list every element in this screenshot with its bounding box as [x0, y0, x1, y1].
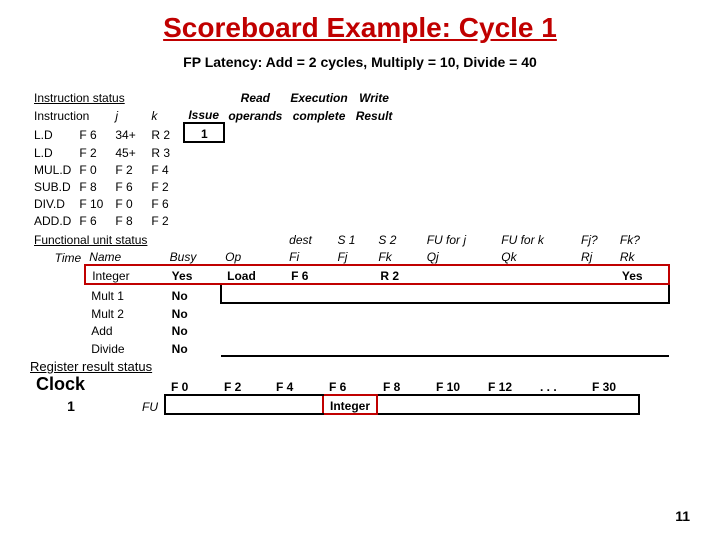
reg-val	[377, 395, 430, 414]
col-fj: Fj	[333, 247, 374, 265]
col-instruction: Instruction	[30, 105, 111, 123]
reg-val	[430, 395, 482, 414]
reg-val-highlight: Integer	[323, 395, 377, 414]
reg-val	[165, 395, 218, 414]
fu-row: Mult 1No	[30, 284, 669, 303]
col-qk: Qk	[497, 247, 577, 265]
col-write2: Result	[352, 105, 397, 123]
instr-row: DIV.DF 10 F 0F 6	[30, 194, 396, 211]
reg-col: F 30	[586, 374, 639, 395]
col-fi: Fi	[285, 247, 333, 265]
reg-col: F 10	[430, 374, 482, 395]
col-fk: Fk	[374, 247, 422, 265]
instr-row: SUB.DF 8 F 6F 2	[30, 177, 396, 194]
instr-row: L.DF 2 45+R 3	[30, 142, 396, 160]
col-exec2: complete	[286, 105, 351, 123]
fu-row: AddNo	[30, 321, 669, 338]
col-name: Name	[85, 247, 165, 265]
register-status-table: Clock F 0 F 2 F 4 F 6 F 8 F 10 F 12 . . …	[30, 374, 640, 415]
clock-label: Clock	[30, 374, 112, 395]
col-write: Write	[352, 88, 397, 105]
col-rk: Rk	[616, 247, 669, 265]
reg-val	[534, 395, 586, 414]
col-busy: Busy	[166, 247, 221, 265]
reg-val	[218, 395, 270, 414]
instr-status-header: Instruction status	[30, 88, 184, 105]
fu-status-header: Functional unit status	[30, 230, 221, 247]
reg-status-header: Register result status	[30, 359, 690, 374]
reg-col: F 6	[323, 374, 377, 395]
col-j: j	[111, 105, 147, 123]
fu-row: Mult 2No	[30, 303, 669, 321]
instr-row: ADD.DF 6 F 8F 2	[30, 211, 396, 228]
reg-col: F 4	[270, 374, 323, 395]
reg-col: . . .	[534, 374, 586, 395]
instr-row: L.DF 6 34+R 2 1	[30, 123, 396, 142]
clock-value: 1	[30, 395, 112, 414]
col-op: Op	[221, 247, 285, 265]
instruction-status-table: Instruction status Read Execution Write …	[30, 88, 396, 228]
col-read: Read	[224, 88, 286, 105]
fu-row-integer: Integer Yes Load F 6 R 2 Yes	[30, 265, 669, 284]
col-issue: Issue	[184, 105, 224, 123]
reg-col: F 0	[165, 374, 218, 395]
col-qj: Qj	[423, 247, 498, 265]
instr-row: MUL.DF 0 F 2F 4	[30, 160, 396, 177]
reg-val	[270, 395, 323, 414]
col-rj: Rj	[577, 247, 616, 265]
page-number: 11	[675, 508, 690, 524]
reg-col: F 8	[377, 374, 430, 395]
issue-cycle-cell: 1	[184, 123, 224, 142]
reg-col: F 2	[218, 374, 270, 395]
col-k: k	[147, 105, 184, 123]
col-read2: operands	[224, 105, 286, 123]
reg-col: F 12	[482, 374, 534, 395]
reg-val	[482, 395, 534, 414]
slide-title: Scoreboard Example: Cycle 1	[30, 12, 690, 44]
reg-val	[586, 395, 639, 414]
fu-row: DivideNo	[30, 338, 669, 356]
fu-status-table: Functional unit status dest S 1 S 2 FU f…	[30, 230, 670, 357]
col-exec: Execution	[286, 88, 351, 105]
slide-subtitle: FP Latency: Add = 2 cycles, Multiply = 1…	[30, 54, 690, 70]
col-time: Time	[30, 247, 85, 265]
fu-label: FU	[112, 395, 165, 414]
